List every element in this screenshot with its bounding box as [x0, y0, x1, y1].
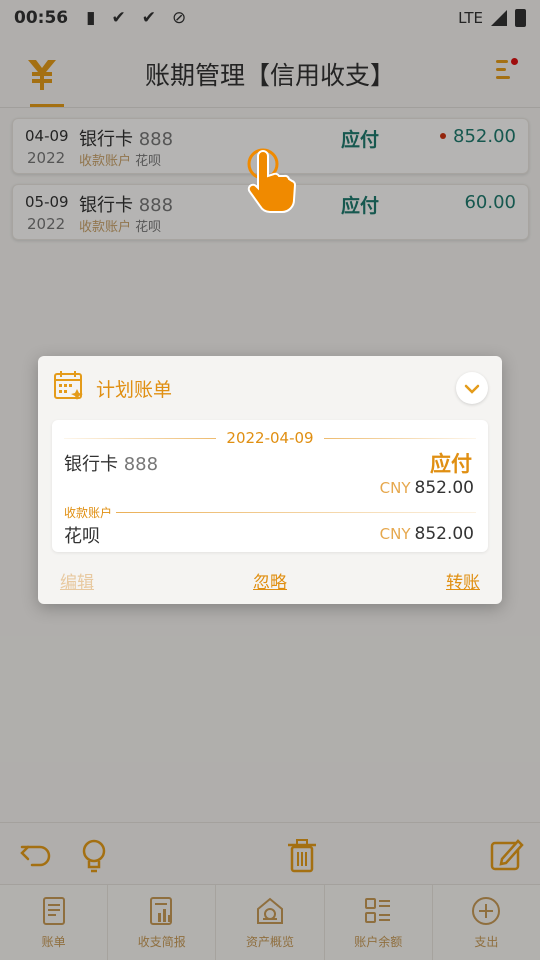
bill-type: 应付 [430, 452, 472, 476]
bill-date: 2022-04-09 [52, 429, 488, 447]
dialog-title: 计划账单 [96, 378, 173, 401]
bill-detail-card: 2022-04-09 银行卡 888 应付 CNY 852.00 收款账户 花呗 … [52, 420, 488, 552]
payee-label: 收款账户 [64, 504, 117, 521]
calendar-icon [52, 369, 86, 407]
transfer-button[interactable]: 转账 [446, 568, 480, 593]
payee-divider [64, 512, 476, 513]
planned-bill-dialog: 计划账单 2022-04-09 银行卡 888 应付 CNY 852.00 收款账… [38, 356, 502, 604]
payee-name: 花呗 [64, 526, 100, 547]
collapse-button[interactable] [456, 372, 488, 404]
bill-account: 银行卡 888 [64, 454, 159, 475]
payee-amount: CNY 852.00 [379, 524, 474, 544]
dialog-actions: 编辑 忽略 转账 [38, 566, 502, 594]
dialog-header: 计划账单 [52, 370, 172, 406]
ignore-button[interactable]: 忽略 [38, 568, 502, 593]
tap-hint-hand-icon [244, 148, 298, 214]
bill-amount: CNY 852.00 [379, 478, 474, 498]
chevron-down-icon [464, 379, 480, 398]
